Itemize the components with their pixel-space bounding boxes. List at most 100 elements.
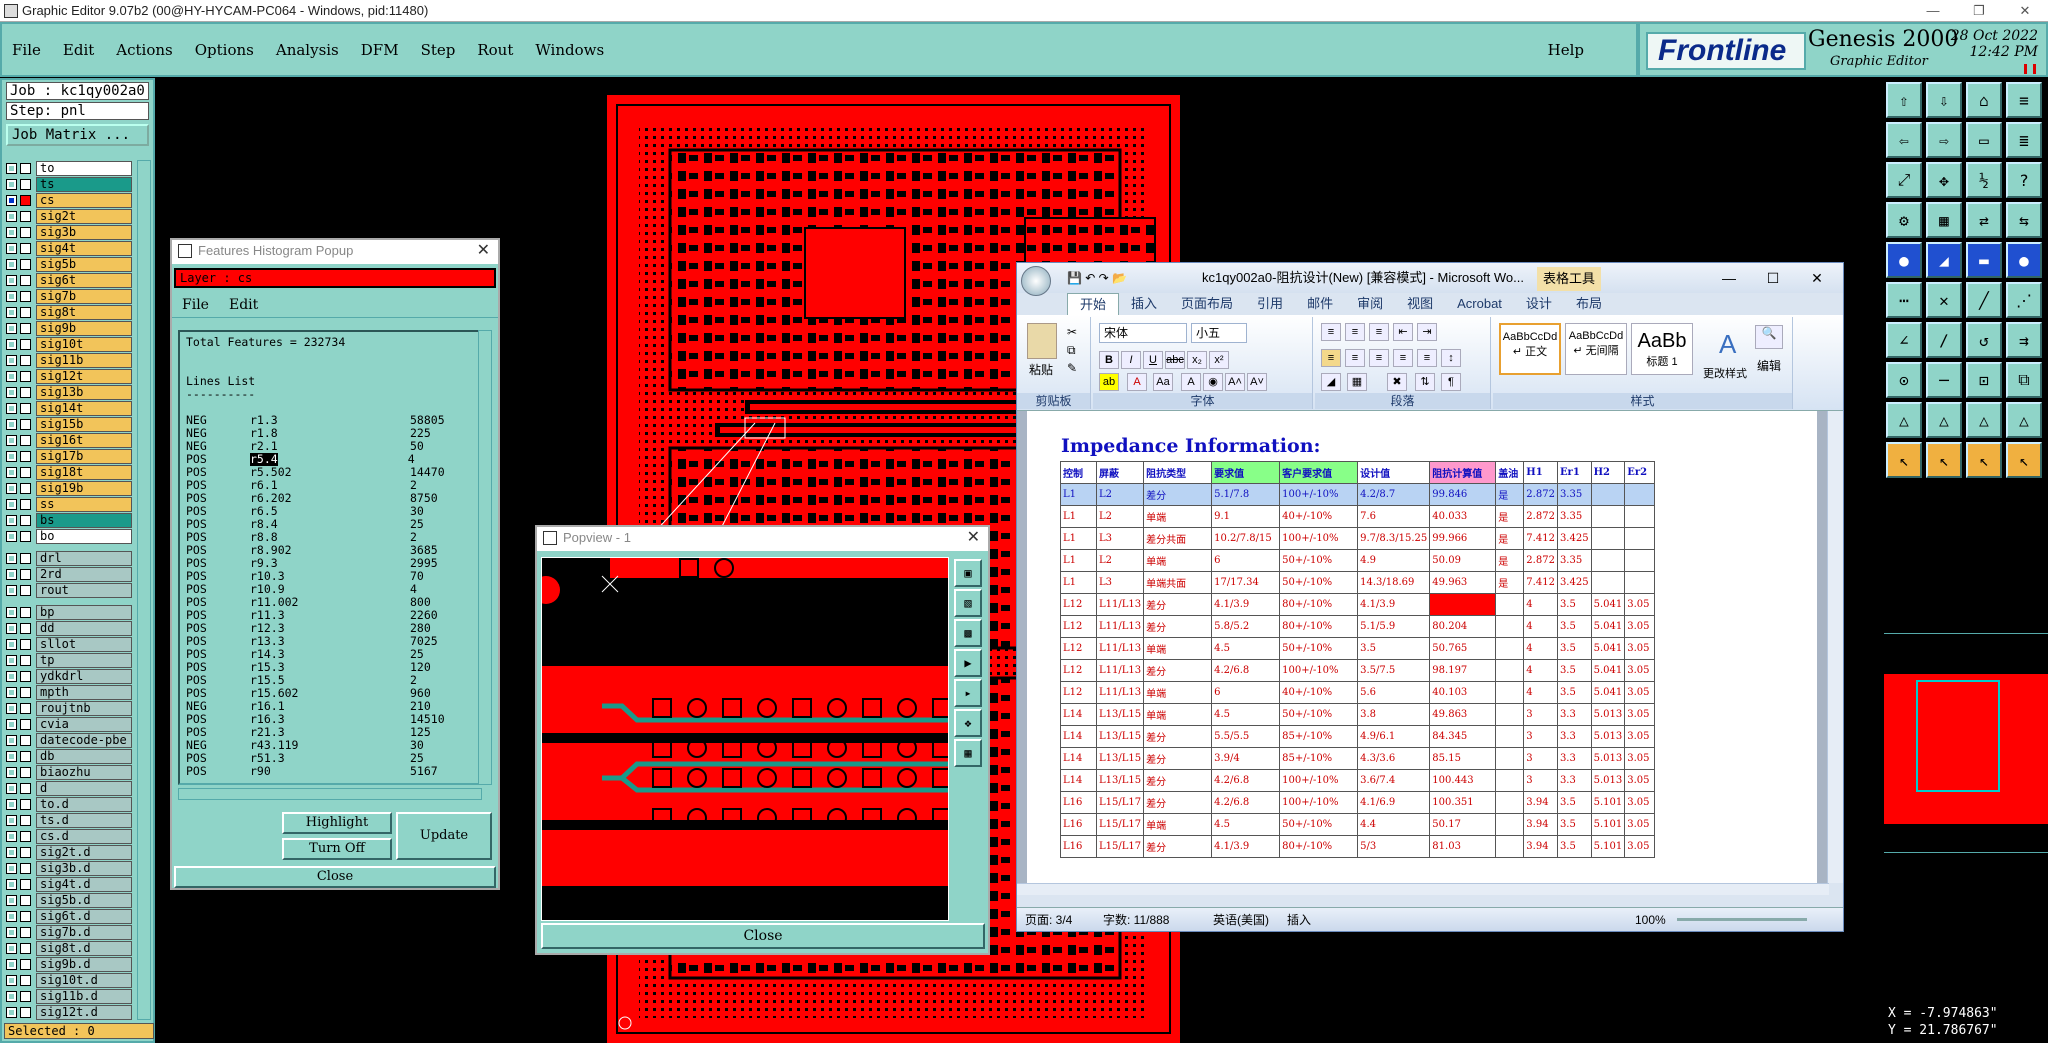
histogram-row[interactable]: POS r6.5 30	[186, 505, 474, 518]
popview-tool-3[interactable]: ▩	[954, 619, 982, 647]
table-cell[interactable]: 3.05	[1624, 725, 1656, 748]
table-cell[interactable]: L15/L17	[1095, 813, 1145, 836]
layer-checkbox[interactable]	[6, 782, 17, 794]
paste-label[interactable]: 粘贴	[1029, 361, 1053, 378]
table-cell[interactable]: 5.041	[1590, 659, 1626, 682]
layer-affected-box[interactable]	[20, 434, 31, 446]
toolbar-button-icon[interactable]: ⇄	[1966, 202, 2002, 238]
table-cell[interactable]: 98.197	[1429, 659, 1497, 682]
table-cell[interactable]: 3.05	[1624, 637, 1656, 660]
table-cell[interactable]: 4.9/6.1	[1357, 725, 1431, 748]
layer-affected-box[interactable]	[20, 338, 31, 350]
table-cell[interactable]: 40+/-10%	[1279, 681, 1359, 704]
word-close-button[interactable]: ✕	[1795, 263, 1839, 293]
table-cell[interactable]: 100+/-10%	[1279, 659, 1359, 682]
layer-name[interactable]: cvia	[36, 716, 132, 732]
table-cell[interactable]: 50+/-10%	[1279, 549, 1359, 572]
menu-file[interactable]: File	[12, 41, 41, 59]
layer-checkbox[interactable]	[6, 402, 17, 414]
ribbon-tab[interactable]: 引用	[1245, 293, 1295, 315]
layer-affected-box[interactable]	[20, 1006, 31, 1018]
layer-affected-box[interactable]	[20, 622, 31, 634]
table-cell[interactable]: 49.863	[1429, 703, 1497, 726]
maximize-button[interactable]: ❐	[1956, 3, 2002, 19]
toolbar-button-icon[interactable]: ✥	[1926, 162, 1962, 198]
layer-row[interactable]: sig8t.d	[6, 940, 132, 956]
table-cell[interactable]	[1429, 593, 1497, 616]
table-cell[interactable]: 4.1/6.9	[1357, 791, 1431, 814]
table-cell[interactable]: 单端	[1143, 703, 1213, 726]
layer-row[interactable]: tp	[6, 652, 132, 668]
toolbar-button-icon[interactable]: ⇆	[2006, 202, 2042, 238]
table-row[interactable]: L12 L11/L13 差分 4.1/3.9 80+/-10% 4.1/3.9 4 3.5 5.…	[1060, 593, 1656, 616]
table-cell[interactable]: 差分	[1143, 615, 1213, 638]
layer-row[interactable]: sig16t	[6, 432, 132, 448]
layer-checkbox[interactable]	[6, 814, 17, 826]
table-cell[interactable]: 3.35	[1556, 505, 1592, 528]
table-cell[interactable]: 5.013	[1590, 769, 1626, 792]
layer-row[interactable]: ss	[6, 496, 132, 512]
toolbar-button-icon[interactable]: ╱	[1966, 282, 2002, 318]
histogram-row[interactable]: POS r16.3 14510	[186, 713, 474, 726]
clipboard-small-icons[interactable]: ✂ ⧉ ✎	[1067, 323, 1077, 377]
layer-affected-box[interactable]	[20, 958, 31, 970]
table-cell[interactable]: 3.05	[1624, 835, 1656, 858]
table-cell[interactable]: 5.101	[1590, 813, 1626, 836]
table-cell[interactable]: 4.5	[1211, 637, 1281, 660]
layer-row[interactable]: biaozhu	[6, 764, 132, 780]
layer-affected-box[interactable]	[20, 194, 31, 206]
table-cell[interactable]: L12	[1060, 659, 1097, 682]
layer-name[interactable]: sig13b	[36, 384, 132, 400]
layer-checkbox[interactable]	[6, 622, 17, 634]
table-cell[interactable]: 3.5	[1556, 791, 1592, 814]
layer-affected-box[interactable]	[20, 370, 31, 382]
table-cell[interactable]: 3.5	[1357, 637, 1431, 660]
layer-row[interactable]: sig6t.d	[6, 908, 132, 924]
layer-row[interactable]: d	[6, 780, 132, 796]
popview-close-button[interactable]: Close	[541, 923, 985, 949]
ribbon-tab[interactable]: 视图	[1395, 293, 1445, 315]
table-cell[interactable]: L11/L13	[1095, 681, 1145, 704]
layer-name[interactable]: sig9b	[36, 320, 132, 336]
table-cell[interactable]: 差分	[1143, 593, 1213, 616]
table-cell[interactable]: 50+/-10%	[1279, 703, 1359, 726]
table-row[interactable]: L14 L13/L15 差分 4.2/6.8 100+/-10% 3.6/7.4 100.4…	[1060, 769, 1656, 792]
toolbar-button-icon[interactable]: ∠	[1886, 322, 1922, 358]
table-cell[interactable]: 3	[1523, 703, 1558, 726]
layer-name[interactable]: sig7b.d	[36, 924, 132, 940]
popview-viewport[interactable]	[541, 557, 949, 921]
layer-row[interactable]: sig5b.d	[6, 892, 132, 908]
table-cell[interactable]: L13/L15	[1095, 725, 1145, 748]
table-cell[interactable]: L11/L13	[1095, 659, 1145, 682]
layer-affected-box[interactable]	[20, 210, 31, 222]
shrink-font-icon[interactable]: A˅	[1247, 373, 1267, 391]
toolbar-button-icon[interactable]: ⊙	[1886, 362, 1922, 398]
table-cell[interactable]: 单端共面	[1143, 571, 1213, 594]
layer-name[interactable]: ts	[36, 176, 132, 192]
layer-affected-box[interactable]	[20, 514, 31, 526]
document-vscroll[interactable]	[1827, 411, 1843, 883]
table-row[interactable]: L16 L15/L17 差分 4.1/3.9 80+/-10% 5/3 81.03 3.94 3…	[1060, 835, 1656, 858]
layer-checkbox[interactable]	[6, 482, 17, 494]
toolbar-button-icon[interactable]: ↖	[1926, 442, 1962, 478]
histogram-row[interactable]: NEG r2.1 50	[186, 440, 474, 453]
layer-affected-box[interactable]	[20, 274, 31, 286]
layer-name[interactable]: to	[36, 160, 132, 176]
layer-name[interactable]: d	[36, 780, 132, 796]
toolbar-button-icon[interactable]: ≡	[2006, 82, 2042, 118]
table-row[interactable]: L1 L2 差分 5.1/7.8 100+/-10% 4.2/8.7 99.846 是 2.87…	[1060, 483, 1656, 506]
table-cell[interactable]	[1624, 571, 1656, 594]
table-cell[interactable]	[1624, 549, 1656, 572]
table-cell[interactable]: L3	[1095, 571, 1145, 594]
table-cell[interactable]: 3.5	[1556, 659, 1592, 682]
menu-analysis[interactable]: Analysis	[276, 41, 339, 59]
layer-affected-box[interactable]	[20, 606, 31, 618]
layer-affected-box[interactable]	[20, 750, 31, 762]
layer-row[interactable]: rout	[6, 582, 132, 598]
layer-affected-box[interactable]	[20, 862, 31, 874]
layer-row[interactable]: to.d	[6, 796, 132, 812]
table-cell[interactable]: 是	[1495, 571, 1525, 594]
minimize-button[interactable]: —	[1910, 3, 1956, 19]
table-row[interactable]: L16 L15/L17 差分 4.2/6.8 100+/-10% 4.1/6.9 100.3…	[1060, 791, 1656, 814]
pause-icon[interactable]	[2024, 64, 2036, 74]
